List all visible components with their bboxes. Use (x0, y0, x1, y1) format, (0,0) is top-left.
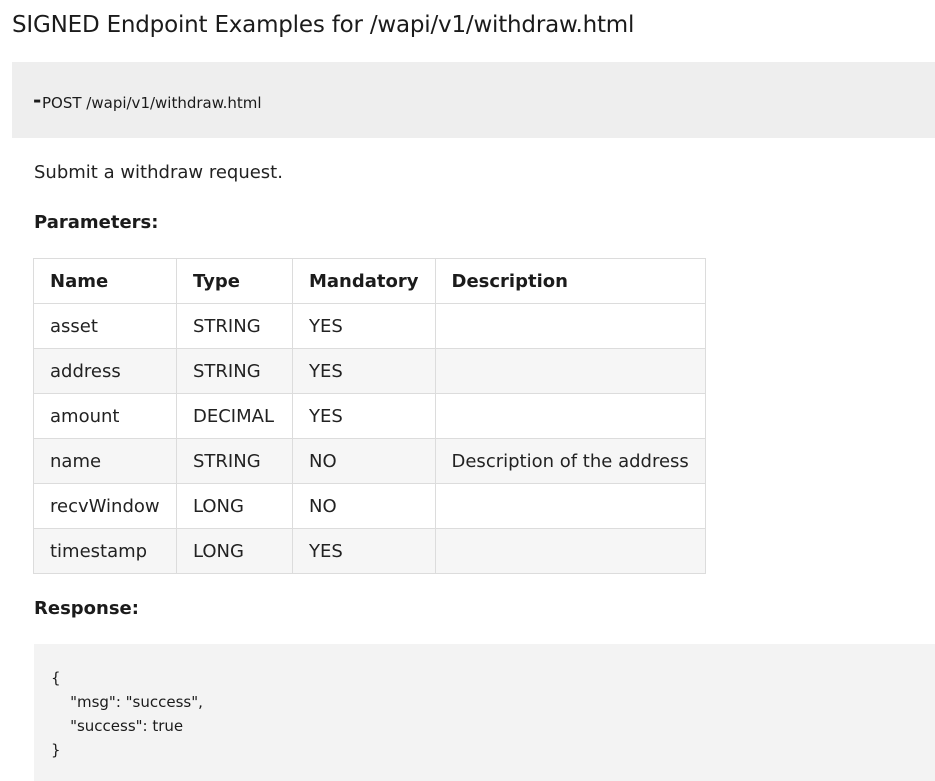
page: SIGNED Endpoint Examples for /wapi/v1/wi… (0, 0, 935, 781)
response-code: { "msg": "success", "success": true } (51, 669, 203, 759)
param-type-cell: LONG (176, 483, 293, 529)
collapse-toggle-icon[interactable]: - (33, 90, 41, 110)
endpoint-toggle-bar[interactable]: - POST /wapi/v1/withdraw.html (12, 62, 935, 138)
param-type-cell: STRING (176, 438, 293, 484)
table-row: amount DECIMAL YES (33, 393, 706, 439)
endpoint-description: Submit a withdraw request. (34, 162, 283, 183)
param-mandatory-cell: YES (292, 393, 436, 439)
column-header-mandatory: Mandatory (292, 258, 436, 304)
column-header-name: Name (33, 258, 177, 304)
response-heading: Response: (34, 598, 139, 619)
param-mandatory-cell: YES (292, 348, 436, 394)
endpoint-label[interactable]: POST /wapi/v1/withdraw.html (42, 94, 262, 112)
param-type-cell: LONG (176, 528, 293, 574)
param-description-cell: Description of the address (434, 438, 706, 484)
param-name-cell: address (33, 348, 177, 394)
column-header-description: Description (434, 258, 706, 304)
page-title: SIGNED Endpoint Examples for /wapi/v1/wi… (12, 12, 635, 38)
table-row: recvWindow LONG NO (33, 483, 706, 529)
table-row: asset STRING YES (33, 303, 706, 349)
param-type-cell: DECIMAL (176, 393, 293, 439)
table-row: address STRING YES (33, 348, 706, 394)
param-type-cell: STRING (176, 303, 293, 349)
param-description-cell (434, 303, 706, 349)
param-description-cell (434, 528, 706, 574)
param-name-cell: recvWindow (33, 483, 177, 529)
column-header-type: Type (176, 258, 293, 304)
parameters-heading: Parameters: (34, 212, 159, 233)
param-name-cell: name (33, 438, 177, 484)
param-name-cell: timestamp (33, 528, 177, 574)
param-description-cell (434, 483, 706, 529)
param-mandatory-cell: YES (292, 303, 436, 349)
response-code-block: { "msg": "success", "success": true } (34, 644, 935, 781)
table-row: name STRING NO Description of the addres… (33, 438, 706, 484)
param-name-cell: amount (33, 393, 177, 439)
param-name-cell: asset (33, 303, 177, 349)
param-description-cell (434, 393, 706, 439)
param-mandatory-cell: YES (292, 528, 436, 574)
table-row: timestamp LONG YES (33, 528, 706, 574)
table-header-row: Name Type Mandatory Description (33, 258, 706, 304)
parameters-table: Name Type Mandatory Description asset ST… (33, 258, 706, 574)
param-mandatory-cell: NO (292, 483, 436, 529)
param-description-cell (434, 348, 706, 394)
param-type-cell: STRING (176, 348, 293, 394)
param-mandatory-cell: NO (292, 438, 436, 484)
